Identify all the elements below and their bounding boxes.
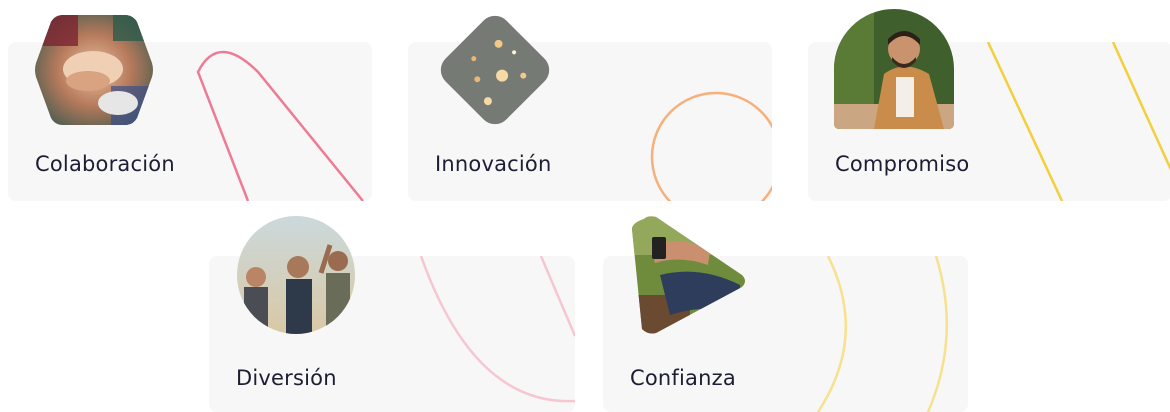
friends-celebrating-photo (236, 215, 356, 335)
value-title: Diversión (236, 366, 337, 390)
circuit-board-photo (434, 9, 556, 131)
value-title: Compromiso (835, 152, 970, 176)
value-title: Confianza (630, 366, 736, 390)
value-title: Colaboración (35, 152, 175, 176)
person-using-phone-photo (630, 215, 750, 335)
team-hands-photo (33, 11, 155, 129)
value-title: Innovación (435, 152, 552, 176)
man-working-laptop-photo (834, 9, 954, 129)
